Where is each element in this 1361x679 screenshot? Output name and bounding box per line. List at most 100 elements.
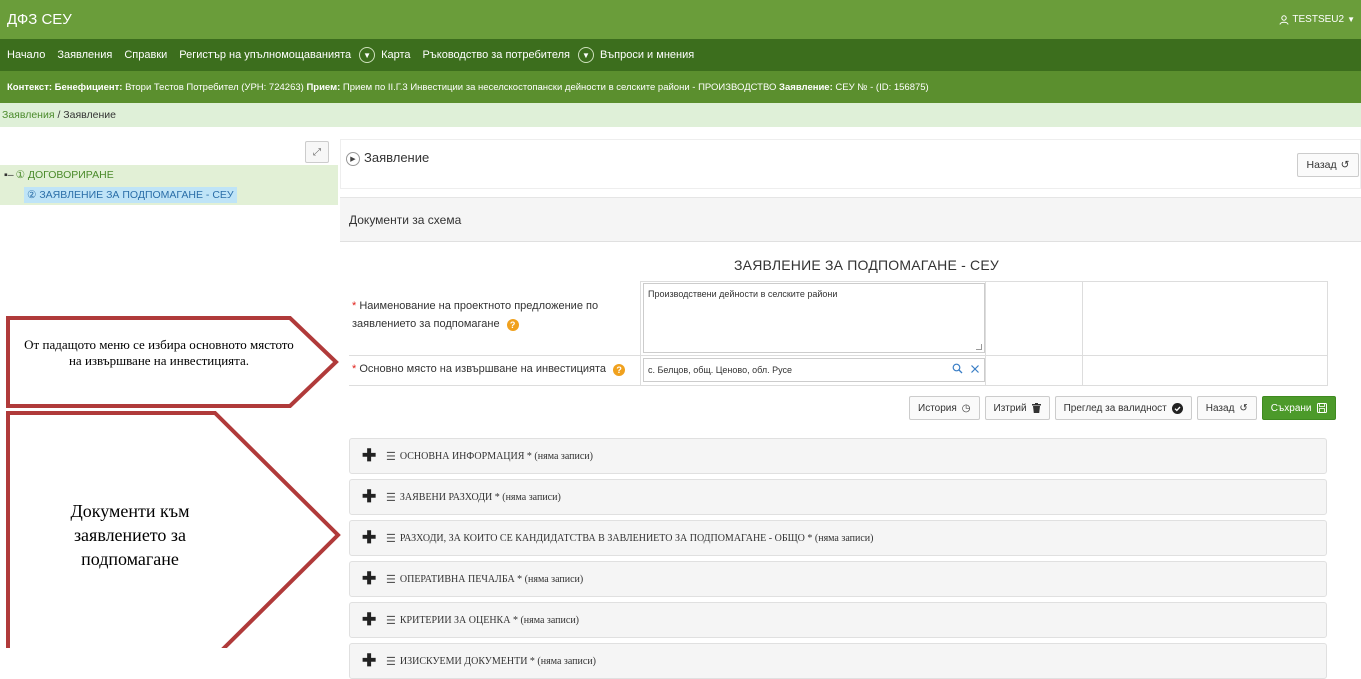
play-icon[interactable]: ▶ xyxy=(346,152,360,166)
user-menu[interactable]: TESTSEU2 ▼ xyxy=(1279,14,1355,25)
section-title: Документи за схема xyxy=(349,213,462,227)
delete-button[interactable]: Изтрий xyxy=(984,396,1050,420)
context-label: Контекст: xyxy=(7,81,53,93)
check-circle-icon xyxy=(1171,402,1183,414)
section-label: ОСНОВНА ИНФОРМАЦИЯ * (няма записи) xyxy=(399,450,593,462)
nav-reports[interactable]: Справки xyxy=(124,49,167,61)
resize-handle[interactable] xyxy=(976,344,982,350)
project-name-value: Производствени дейности в селските район… xyxy=(648,289,838,299)
callout-top-text: От падащото меню се избира основното мяс… xyxy=(24,337,294,368)
trash-icon xyxy=(1031,403,1041,413)
top-bar: ДФЗ СЕУ TESTSEU2 ▼ xyxy=(0,0,1361,39)
nav-authorizations-label: Регистър на упълномощаванията xyxy=(179,49,352,61)
context-bar: Контекст: Бенефициент: Втори Тестов Потр… xyxy=(0,71,1361,103)
divider xyxy=(1082,281,1083,385)
chevron-down-icon[interactable]: ▼ xyxy=(359,47,376,63)
section-required-documents[interactable]: ✚ ☰ ИЗИСКУЕМИ ДОКУМЕНТИ * (няма записи) xyxy=(349,643,1327,679)
tree-item-application[interactable]: ② ЗАЯВЛЕНИЕ ЗА ПОДПОМАГАНЕ - СЕУ xyxy=(0,185,338,205)
nav-applications[interactable]: Заявления xyxy=(57,49,112,61)
investment-location-select[interactable]: с. Белцов, общ. Ценово, обл. Русе xyxy=(643,358,985,382)
section-label: ЗАЯВЕНИ РАЗХОДИ * (няма записи) xyxy=(399,491,561,503)
close-icon[interactable] xyxy=(966,364,984,377)
list-icon: ☰ xyxy=(386,573,396,586)
plus-icon[interactable]: ✚ xyxy=(362,447,376,464)
history-icon: ◷ xyxy=(961,402,971,414)
callout-bottom-text: Документи към заявлението за подпомагане xyxy=(70,501,190,569)
divider xyxy=(640,281,1328,282)
app-title[interactable]: ДФЗ СЕУ xyxy=(7,11,72,28)
main-content: ▶ Заявление Назад ↺ Документи за схема З… xyxy=(340,127,1361,679)
list-icon: ☰ xyxy=(386,450,396,463)
validity-review-button[interactable]: Преглед за валидност xyxy=(1054,396,1192,420)
project-name-label-line2: заявлението за подпомагане xyxy=(352,318,500,330)
tree-item-contracting-label: ① ДОГОВОРИРАНЕ xyxy=(15,169,114,181)
intake-value: Прием по II.Г.3 Инвестиции за неселскост… xyxy=(342,81,777,93)
tree-toggle-icon[interactable]: ▪– xyxy=(4,169,14,181)
breadcrumb: Заявления / Заявление xyxy=(0,103,1361,127)
help-icon[interactable]: ? xyxy=(506,319,519,331)
section-evaluation-criteria[interactable]: ✚ ☰ КРИТЕРИИ ЗА ОЦЕНКА * (няма записи) xyxy=(349,602,1327,638)
expand-icon[interactable]: ⤢ xyxy=(305,141,329,163)
caret-down-icon: ▼ xyxy=(1347,15,1355,24)
divider xyxy=(985,281,986,385)
back-button-label: Назад xyxy=(1205,402,1235,414)
chevron-down-icon[interactable]: ▼ xyxy=(577,47,594,63)
floppy-disk-icon xyxy=(1316,403,1327,413)
plus-icon[interactable]: ✚ xyxy=(362,488,376,505)
search-icon[interactable] xyxy=(948,363,966,377)
plus-icon[interactable]: ✚ xyxy=(362,570,376,587)
back-button-label: Назад xyxy=(1306,159,1337,171)
nav-user-guide[interactable]: Ръководство за потребителя ▼ xyxy=(423,47,600,63)
save-button[interactable]: Съхрани xyxy=(1261,396,1336,420)
section-operating-profit[interactable]: ✚ ☰ ОПЕРАТИВНА ПЕЧАЛБА * (няма записи) xyxy=(349,561,1327,597)
undo-icon: ↺ xyxy=(1239,402,1248,414)
plus-icon[interactable]: ✚ xyxy=(362,652,376,669)
required-mark: * xyxy=(352,300,357,312)
card-title: Заявление xyxy=(364,150,430,165)
user-icon xyxy=(1279,14,1289,25)
tree-item-application-label: ② ЗАЯВЛЕНИЕ ЗА ПОДПОМАГАНЕ - СЕУ xyxy=(24,187,237,203)
section-requested-costs-total[interactable]: ✚ ☰ РАЗХОДИ, ЗА КОИТО СЕ КАНДИДАТСТВА В ЗА… xyxy=(349,520,1327,556)
application-value: СЕУ № - (ID: 156875) xyxy=(835,81,929,93)
nav-questions[interactable]: Въпроси и мнения xyxy=(600,49,694,61)
list-icon: ☰ xyxy=(386,655,396,668)
list-icon: ☰ xyxy=(386,491,396,504)
beneficiary-label: Бенефициент: xyxy=(54,81,123,93)
section-label: ИЗИСКУЕМИ ДОКУМЕНТИ * (няма записи) xyxy=(399,655,596,667)
breadcrumb-separator: / xyxy=(57,109,61,121)
intake-label: Прием: xyxy=(306,81,341,93)
divider xyxy=(349,355,1328,356)
nav-authorizations[interactable]: Регистър на упълномощаванията ▼ xyxy=(179,47,381,63)
list-icon: ☰ xyxy=(386,532,396,545)
scheme-documents-section: Документи за схема ЗАЯВЛЕНИЕ ЗА ПОДПОМАГ… xyxy=(340,197,1361,679)
back-button[interactable]: Назад ↺ xyxy=(1297,153,1359,177)
divider xyxy=(349,385,1328,386)
nav-home[interactable]: Начало xyxy=(7,49,45,61)
plus-icon[interactable]: ✚ xyxy=(362,529,376,546)
section-basic-info[interactable]: ✚ ☰ ОСНОВНА ИНФОРМАЦИЯ * (няма записи) xyxy=(349,438,1327,474)
application-label: Заявление: xyxy=(779,81,833,93)
nav-map[interactable]: Карта xyxy=(381,49,410,61)
section-declared-costs[interactable]: ✚ ☰ ЗАЯВЕНИ РАЗХОДИ * (няма записи) xyxy=(349,479,1327,515)
help-icon[interactable]: ? xyxy=(613,364,626,376)
history-button-label: История xyxy=(918,402,957,414)
breadcrumb-applications-link[interactable]: Заявления xyxy=(2,109,55,121)
form-title: ЗАЯВЛЕНИЕ ЗА ПОДПОМАГАНЕ - СЕУ xyxy=(734,257,999,273)
history-button[interactable]: История ◷ xyxy=(909,396,980,420)
tree-item-contracting[interactable]: ▪– ① ДОГОВОРИРАНЕ xyxy=(0,165,338,185)
project-name-label-line1: Наименование на проектното предложение п… xyxy=(359,300,599,312)
nav-user-guide-label: Ръководство за потребителя xyxy=(422,49,570,61)
beneficiary-value: Втори Тестов Потребител (УРН: 724263) xyxy=(125,81,304,93)
back-button[interactable]: Назад ↺ xyxy=(1196,396,1257,420)
breadcrumb-current: Заявление xyxy=(63,109,116,121)
save-button-label: Съхрани xyxy=(1270,402,1312,414)
investment-location-label-text: Основно място на извършване на инвестици… xyxy=(359,363,607,375)
validity-review-button-label: Преглед за валидност xyxy=(1063,402,1167,414)
section-label: КРИТЕРИИ ЗА ОЦЕНКА * (няма записи) xyxy=(399,614,580,626)
main-nav: Начало Заявления Справки Регистър на упъ… xyxy=(0,39,1361,71)
user-name: TESTSEU2 xyxy=(1292,14,1345,25)
project-name-field[interactable]: Производствени дейности в селските район… xyxy=(643,283,985,353)
plus-icon[interactable]: ✚ xyxy=(362,611,376,628)
application-card-header xyxy=(340,139,1361,189)
required-mark: * xyxy=(352,363,357,375)
